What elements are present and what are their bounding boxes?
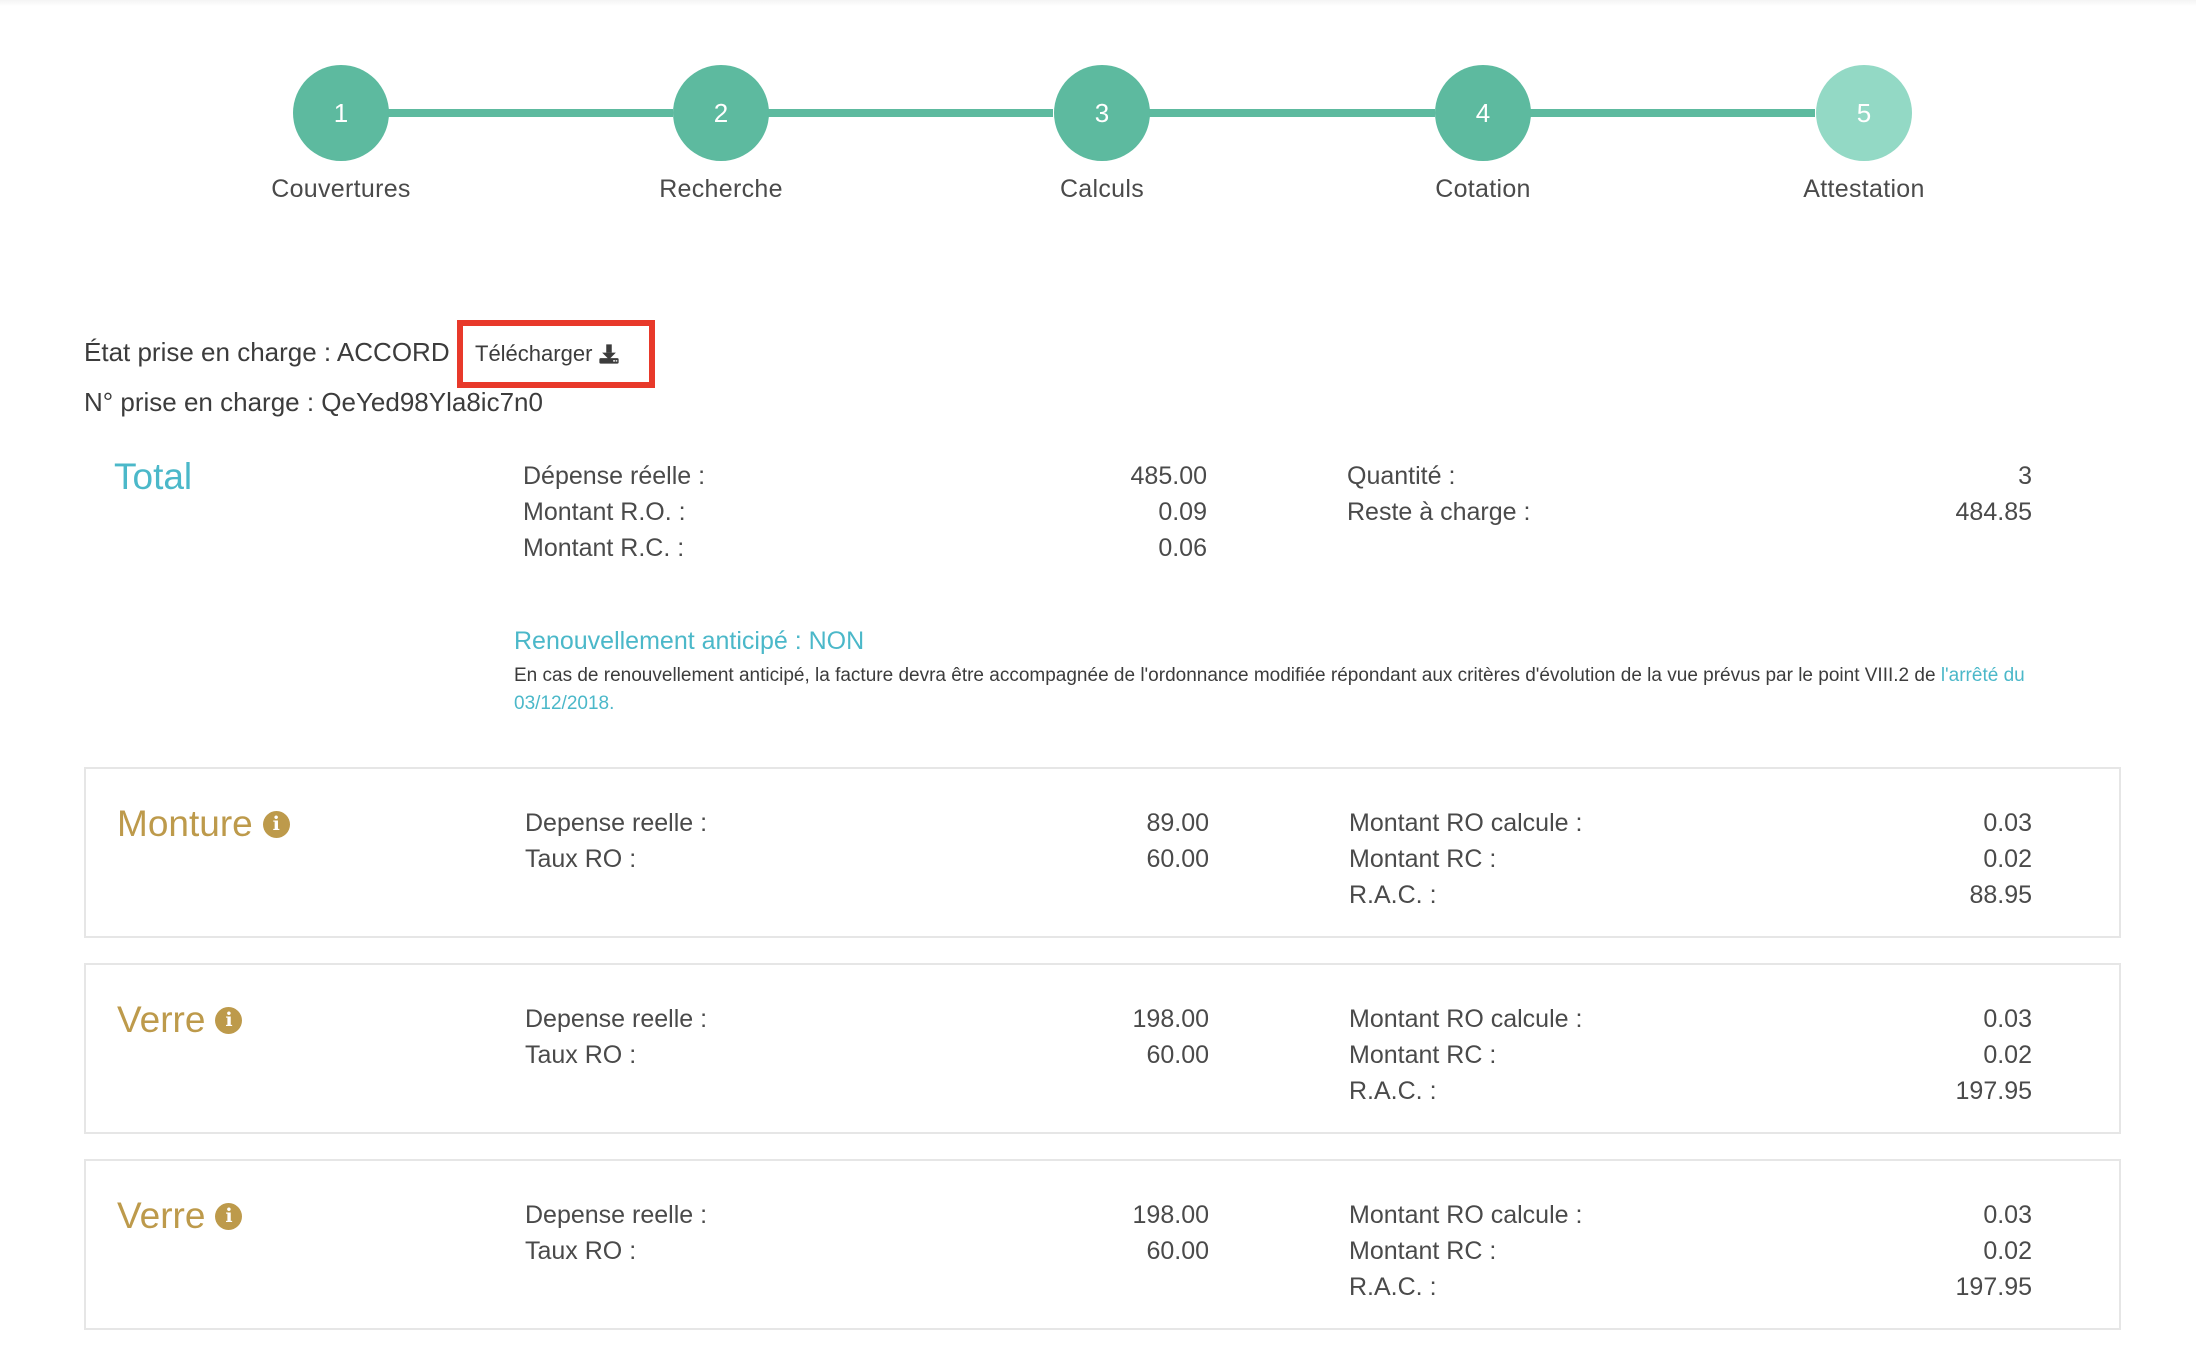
total-row: Reste à charge : 484.85 xyxy=(1347,495,2032,529)
download-label: Télécharger xyxy=(475,341,593,366)
info-icon[interactable]: i xyxy=(215,1006,243,1034)
item-title-text: Verre xyxy=(117,999,206,1040)
item-title: Monture i xyxy=(117,803,290,845)
item-row: R.A.C. : 197.95 xyxy=(1349,1270,2032,1304)
renewal-note: En cas de renouvellement anticipé, la fa… xyxy=(514,662,2114,718)
step-label: Couvertures xyxy=(271,175,411,203)
renewal-status: Renouvellement anticipé : NON xyxy=(514,627,865,655)
row-label: Depense reelle : xyxy=(525,1201,708,1229)
row-label: Quantité : xyxy=(1347,462,1456,490)
row-label: Depense reelle : xyxy=(525,1005,708,1033)
row-value: 0.09 xyxy=(1158,498,1207,526)
row-label: Montant R.O. : xyxy=(523,498,686,526)
row-value: 197.95 xyxy=(1955,1273,2032,1301)
row-label: R.A.C. : xyxy=(1349,1077,1437,1105)
info-icon[interactable]: i xyxy=(262,810,290,838)
row-label: Reste à charge : xyxy=(1347,498,1531,526)
step-label: Calculs xyxy=(1059,175,1145,203)
total-row: Montant R.O. : 0.09 xyxy=(523,495,1207,529)
download-button[interactable]: Télécharger xyxy=(457,320,655,388)
row-value: 198.00 xyxy=(1132,1201,1209,1229)
row-value: 3 xyxy=(2018,462,2032,490)
item-card-verre: Verre i Depense reelle : 198.00 Taux RO … xyxy=(84,1159,2121,1330)
row-value: 0.03 xyxy=(1983,1005,2032,1033)
step-label: Attestation xyxy=(1803,175,1925,203)
page: 1 Couvertures 2 Recherche 3 Calculs 4 Co… xyxy=(0,0,2196,1372)
item-title: Verre i xyxy=(117,1195,243,1237)
info-icon[interactable]: i xyxy=(215,1202,243,1230)
row-value: 60.00 xyxy=(1146,845,1209,873)
row-label: Montant RC : xyxy=(1349,845,1497,873)
item-title-text: Monture xyxy=(117,803,253,844)
step-circle[interactable]: 1 xyxy=(293,65,389,161)
download-icon xyxy=(599,344,620,364)
row-value: 0.02 xyxy=(1983,845,2032,873)
row-value: 198.00 xyxy=(1132,1005,1209,1033)
total-row: Montant R.C. : 0.06 xyxy=(523,531,1207,565)
row-label: Montant R.C. : xyxy=(523,534,685,562)
row-value: 0.02 xyxy=(1983,1237,2032,1265)
row-value: 89.00 xyxy=(1146,809,1209,837)
row-label: Montant RO calcule : xyxy=(1349,1005,1583,1033)
item-title: Verre i xyxy=(117,999,243,1041)
item-row: Depense reelle : 89.00 xyxy=(525,806,1209,840)
item-row: R.A.C. : 197.95 xyxy=(1349,1074,2032,1108)
row-label: Montant RC : xyxy=(1349,1041,1497,1069)
total-row: Dépense réelle : 485.00 xyxy=(523,459,1207,493)
total-title: Total xyxy=(114,456,193,497)
row-value: 0.03 xyxy=(1983,809,2032,837)
row-value: 60.00 xyxy=(1146,1237,1209,1265)
item-row: Montant RO calcule : 0.03 xyxy=(1349,1198,2032,1232)
item-row: Montant RO calcule : 0.03 xyxy=(1349,806,2032,840)
item-row: R.A.C. : 88.95 xyxy=(1349,878,2032,912)
row-label: R.A.C. : xyxy=(1349,1273,1437,1301)
item-card-monture: Monture i Depense reelle : 89.00 Taux RO… xyxy=(84,767,2121,938)
progress-stepper: 1 Couvertures 2 Recherche 3 Calculs 4 Co… xyxy=(0,0,2196,260)
item-row: Montant RC : 0.02 xyxy=(1349,1234,2032,1268)
row-value: 0.02 xyxy=(1983,1041,2032,1069)
item-row: Taux RO : 60.00 xyxy=(525,1038,1209,1072)
total-row: Quantité : 3 xyxy=(1347,459,2032,493)
row-value: 197.95 xyxy=(1955,1077,2032,1105)
step-calculs[interactable]: 3 Calculs xyxy=(922,65,1282,204)
step-circle[interactable]: 5 xyxy=(1816,65,1912,161)
step-couvertures[interactable]: 1 Couvertures xyxy=(161,65,521,204)
item-row: Montant RO calcule : 0.03 xyxy=(1349,1002,2032,1036)
coverage-number: N° prise en charge : QeYed98Yla8ic7n0 xyxy=(84,387,543,417)
row-label: Montant RO calcule : xyxy=(1349,809,1583,837)
item-row: Taux RO : 60.00 xyxy=(525,1234,1209,1268)
row-label: Montant RO calcule : xyxy=(1349,1201,1583,1229)
row-label: Taux RO : xyxy=(525,1237,637,1265)
row-value: 60.00 xyxy=(1146,1041,1209,1069)
step-recherche[interactable]: 2 Recherche xyxy=(541,65,901,204)
row-value: 485.00 xyxy=(1130,462,1207,490)
row-value: 88.95 xyxy=(1969,881,2032,909)
row-value: 0.03 xyxy=(1983,1201,2032,1229)
row-label: Taux RO : xyxy=(525,845,637,873)
item-row: Taux RO : 60.00 xyxy=(525,842,1209,876)
item-row: Depense reelle : 198.00 xyxy=(525,1002,1209,1036)
row-label: Dépense réelle : xyxy=(523,462,706,490)
renewal-note-text: En cas de renouvellement anticipé, la fa… xyxy=(514,665,1941,686)
item-row: Depense reelle : 198.00 xyxy=(525,1198,1209,1232)
row-label: R.A.C. : xyxy=(1349,881,1437,909)
row-label: Taux RO : xyxy=(525,1041,637,1069)
row-value: 0.06 xyxy=(1158,534,1207,562)
step-label: Recherche xyxy=(659,175,783,203)
item-row: Montant RC : 0.02 xyxy=(1349,842,2032,876)
item-title-text: Verre xyxy=(117,1195,206,1236)
step-attestation[interactable]: 5 Attestation xyxy=(1684,65,2044,204)
row-value: 484.85 xyxy=(1955,498,2032,526)
step-circle[interactable]: 4 xyxy=(1435,65,1531,161)
step-circle[interactable]: 3 xyxy=(1054,65,1150,161)
step-circle[interactable]: 2 xyxy=(673,65,769,161)
coverage-state: État prise en charge : ACCORD xyxy=(84,337,450,367)
row-label: Depense reelle : xyxy=(525,809,708,837)
item-card-verre: Verre i Depense reelle : 198.00 Taux RO … xyxy=(84,963,2121,1134)
row-label: Montant RC : xyxy=(1349,1237,1497,1265)
item-row: Montant RC : 0.02 xyxy=(1349,1038,2032,1072)
step-cotation[interactable]: 4 Cotation xyxy=(1303,65,1663,204)
step-label: Cotation xyxy=(1435,175,1531,203)
